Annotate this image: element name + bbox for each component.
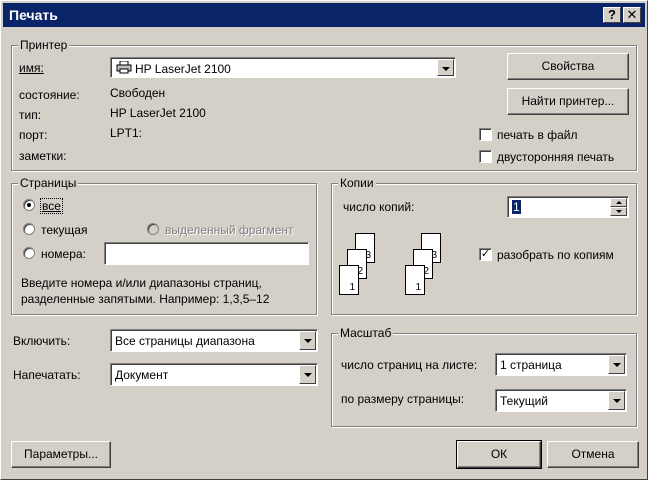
scale-to-value: Текущий <box>500 394 548 408</box>
pages-selection-radio <box>147 223 159 235</box>
options-button-label: Параметры... <box>24 447 98 461</box>
pages-current-label[interactable]: текущая <box>41 223 87 237</box>
include-value: Все страницы диапазона <box>115 334 255 348</box>
notes-label: заметки: <box>19 149 67 163</box>
page-icon: 1 <box>405 265 425 295</box>
printer-group-label: Принтер <box>18 38 70 52</box>
cancel-button[interactable]: Отмена <box>547 441 639 468</box>
include-select[interactable]: Все страницы диапазона <box>110 329 318 352</box>
pages-all-radio[interactable] <box>23 199 35 211</box>
options-button[interactable]: Параметры... <box>11 441 111 468</box>
status-label: состояние: <box>19 88 80 102</box>
page-icon: 1 <box>339 265 359 295</box>
pages-per-sheet-select[interactable]: 1 страница <box>495 353 627 376</box>
copies-group-label: Копии <box>338 176 376 190</box>
find-printer-button[interactable]: Найти принтер... <box>507 88 629 115</box>
properties-button-label: Свойства <box>541 59 595 73</box>
port-value: LPT1: <box>110 126 143 140</box>
zoom-group: Масштаб <box>331 326 637 427</box>
chevron-down-icon[interactable] <box>608 391 625 410</box>
copies-count-value: 1 <box>512 200 521 214</box>
help-icon: ? <box>608 7 616 22</box>
chevron-down-icon[interactable] <box>437 59 454 76</box>
copies-count-label: число копий: <box>343 200 415 214</box>
duplex-checkbox[interactable] <box>479 150 492 163</box>
type-value: HP LaserJet 2100 <box>110 106 206 120</box>
pages-numbers-label[interactable]: номера: <box>41 247 86 261</box>
type-label: тип: <box>19 108 42 122</box>
chevron-down-icon[interactable] <box>299 365 316 384</box>
pages-selection-label: выделенный фрагмент <box>165 223 294 237</box>
properties-button[interactable]: Свойства <box>507 53 629 80</box>
pages-per-sheet-value: 1 страница <box>500 358 562 372</box>
printer-icon <box>116 60 132 74</box>
chevron-down-icon[interactable] <box>299 331 316 350</box>
status-value: Свободен <box>110 86 166 100</box>
port-label: порт: <box>19 128 48 142</box>
print-what-value: Документ <box>115 368 169 382</box>
ok-button-label: ОК <box>490 447 508 461</box>
collate-illustration-2: 3 2 1 <box>403 233 453 299</box>
pages-all-label[interactable]: все <box>40 198 63 214</box>
print-to-file-checkbox[interactable] <box>479 128 492 141</box>
printer-name-value: HP LaserJet 2100 <box>135 62 231 76</box>
cancel-button-label: Отмена <box>571 447 615 461</box>
print-dialog: Печать ? ✕ Принтер имя: HP LaserJet 2100… <box>0 0 648 480</box>
find-printer-button-label: Найти принтер... <box>521 94 615 108</box>
printer-name-select[interactable]: HP LaserJet 2100 <box>110 57 456 78</box>
spin-down-icon[interactable] <box>610 207 627 216</box>
ok-button[interactable]: ОК <box>456 440 542 469</box>
pages-hint-line2: разделенные запятыми. Например: 1,3,5–12 <box>21 292 270 306</box>
pages-hint-line1: Введите номера и/или диапазоны страниц, <box>21 276 262 290</box>
pages-numbers-input[interactable] <box>104 242 309 265</box>
close-button[interactable]: ✕ <box>623 7 641 23</box>
zoom-group-label: Масштаб <box>338 326 394 340</box>
dialog-title: Печать <box>9 7 58 23</box>
pages-per-sheet-label: число страниц на листе: <box>341 358 478 372</box>
help-button[interactable]: ? <box>603 7 621 23</box>
scale-to-label: по размеру страницы: <box>341 392 465 406</box>
scale-to-select[interactable]: Текущий <box>495 389 627 412</box>
chevron-down-icon[interactable] <box>608 355 625 374</box>
include-label: Включить: <box>13 334 71 348</box>
spin-up-icon[interactable] <box>610 198 627 207</box>
duplex-label[interactable]: двусторонняя печать <box>497 150 614 164</box>
printer-name-label: имя: <box>19 61 44 75</box>
collate-checkbox[interactable]: ✓ <box>479 248 492 261</box>
print-what-select[interactable]: Документ <box>110 363 318 386</box>
collate-illustration-1: 3 2 1 <box>337 233 387 299</box>
pages-numbers-radio[interactable] <box>23 247 35 259</box>
print-what-label: Напечатать: <box>13 368 81 382</box>
close-icon: ✕ <box>626 7 638 22</box>
pages-current-radio[interactable] <box>23 223 35 235</box>
collate-label[interactable]: разобрать по копиям <box>497 248 614 262</box>
print-to-file-label[interactable]: печать в файл <box>497 128 577 142</box>
title-bar[interactable]: Печать ? ✕ <box>3 3 645 27</box>
pages-group-label: Страницы <box>18 176 79 190</box>
copies-count-spinner[interactable]: 1 <box>507 196 629 218</box>
